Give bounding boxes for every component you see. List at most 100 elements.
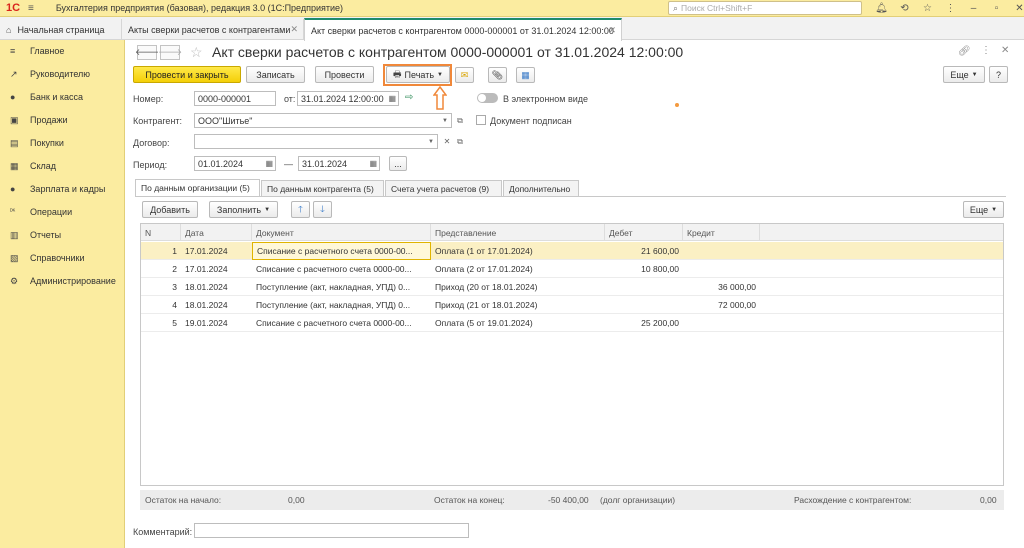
sidebar-item-manager[interactable]: ↗ Руководителю	[0, 64, 125, 84]
end-balance-label: Остаток на конец:	[434, 495, 505, 505]
dropdown-arrow-icon[interactable]: ▼	[442, 118, 448, 124]
structure-button[interactable]: ▦	[516, 67, 535, 83]
open-tabs-bar: ⌂ Начальная страница Акты сверки расчето…	[0, 17, 1024, 41]
link-icon[interactable]: 🔗︎	[958, 46, 971, 57]
move-down-button[interactable]: 🡓	[313, 201, 332, 218]
gear-icon: ⚙	[10, 275, 19, 286]
open-counterparty-icon[interactable]: ⧉	[453, 113, 467, 128]
sidebar-item-main[interactable]: ≡ Главное	[0, 41, 125, 61]
tab-additional[interactable]: Дополнительно	[503, 180, 579, 196]
column-header-date[interactable]: Дата	[181, 224, 252, 241]
number-field[interactable]: 0000-000001	[194, 91, 276, 106]
dropdown-arrow-icon[interactable]: ▼	[428, 139, 434, 145]
forward-button[interactable]: 🡒	[158, 45, 182, 60]
move-up-button[interactable]: 🡑	[291, 201, 310, 218]
calendar-icon[interactable]: ▦	[369, 159, 377, 168]
calendar-icon[interactable]: ▦	[388, 94, 396, 103]
post-and-close-button[interactable]: Провести и закрыть	[133, 66, 241, 83]
save-button[interactable]: Записать	[246, 66, 305, 83]
more-button[interactable]: Еще ▼	[943, 66, 985, 83]
cell-repr: Приход (20 от 18.01.2024)	[435, 282, 538, 292]
envelope-icon: ✉	[460, 69, 469, 80]
sidebar-item-label: Операции	[30, 207, 73, 217]
more-label: Еще	[950, 69, 969, 80]
table-row[interactable]: 5 19.01.2024 Списание с расчетного счета 0…	[141, 314, 1003, 332]
open-contract-icon[interactable]: ⧉	[453, 134, 467, 149]
tab-counterparty-data[interactable]: По данным контрагента (5)	[261, 180, 384, 196]
set-date-icon[interactable]: ⇨	[405, 92, 413, 103]
column-header-representation[interactable]: Представление	[431, 224, 605, 241]
bell-icon[interactable]: 🔔︎	[870, 3, 893, 14]
period-from-field[interactable]: 01.01.2024 ▦	[194, 156, 276, 171]
maximize-icon[interactable]: ▫	[985, 3, 1008, 14]
sidebar-item-admin[interactable]: ⚙ Администрирование	[0, 271, 125, 291]
table-more-button[interactable]: Еще ▼	[963, 201, 1004, 218]
more-options-icon[interactable]: ⋮	[981, 45, 991, 56]
period-to-field[interactable]: 31.01.2024 ▦	[298, 156, 380, 171]
close-icon[interactable]: ✕	[1008, 3, 1024, 14]
contract-field[interactable]: ▼	[194, 134, 438, 149]
tab-reconciliation-list[interactable]: Акты сверки расчетов с контрагентами ✕	[122, 19, 304, 40]
column-header-document[interactable]: Документ	[252, 224, 431, 241]
fill-button[interactable]: Заполнить ▼	[209, 201, 278, 218]
column-header-n[interactable]: N	[141, 224, 181, 241]
sidebar-item-purchases[interactable]: ▤ Покупки	[0, 133, 125, 153]
period-select-button[interactable]: ...	[389, 156, 407, 171]
sidebar-item-warehouse[interactable]: ▦ Склад	[0, 156, 125, 176]
tab-org-data[interactable]: По данным организации (5)	[135, 179, 260, 196]
add-row-button[interactable]: Добавить	[142, 201, 198, 218]
back-button[interactable]: 🡐	[135, 45, 159, 60]
paperclip-icon: 📎︎	[491, 69, 504, 80]
period-from-value: 01.01.2024	[198, 158, 244, 169]
clear-icon[interactable]: ✕	[440, 134, 454, 149]
start-balance-value: 0,00	[288, 495, 305, 505]
cell-debit: 10 800,00	[641, 264, 679, 274]
tab-accounts[interactable]: Счета учета расчетов (9)	[385, 180, 502, 196]
date-field[interactable]: 31.01.2024 12:00:00 ▦	[297, 91, 399, 106]
cell-date: 18.01.2024	[185, 282, 228, 292]
close-tab-icon[interactable]: ✕	[290, 24, 298, 35]
post-button[interactable]: Провести	[315, 66, 374, 83]
cell-credit	[683, 242, 760, 260]
menu-icon[interactable]: ≡	[28, 3, 34, 14]
tab-home[interactable]: ⌂ Начальная страница	[0, 19, 122, 40]
table-row[interactable]: 4 18.01.2024 Поступление (акт, накладная, …	[141, 296, 1003, 314]
calendar-icon[interactable]: ▦	[265, 159, 273, 168]
column-header-credit[interactable]: Кредит	[683, 224, 760, 241]
counterparty-field[interactable]: ООО"Шитье" ▼	[194, 113, 452, 128]
sidebar-item-sales[interactable]: ▣ Продажи	[0, 110, 125, 130]
sidebar-item-reports[interactable]: ▥ Отчеты	[0, 225, 125, 245]
sidebar-item-bank[interactable]: ● Банк и касса	[0, 87, 125, 107]
sidebar-item-salary[interactable]: ● Зарплата и кадры	[0, 179, 125, 199]
close-tab-icon[interactable]: ✕	[608, 25, 616, 36]
period-dash: —	[284, 159, 293, 169]
cell-date: 17.01.2024	[185, 246, 228, 256]
signed-checkbox[interactable]	[476, 115, 486, 125]
comment-field[interactable]	[194, 523, 469, 538]
attach-button[interactable]: 📎︎	[488, 67, 507, 83]
search-icon: ⌕	[673, 2, 679, 13]
book-icon: ▧	[10, 252, 19, 263]
tab-reconciliation-act[interactable]: Акт сверки расчетов с контрагентом 0000-…	[304, 18, 622, 41]
close-form-icon[interactable]: ✕	[1001, 45, 1009, 56]
minimize-icon[interactable]: –	[962, 3, 985, 14]
sidebar-item-operations[interactable]: ᴰᴷ Операции	[0, 202, 125, 222]
table-row[interactable]: 1 17.01.2024 Списание с расчетного счета 0…	[141, 242, 1003, 260]
help-button[interactable]: ?	[989, 66, 1008, 83]
more-label: Еще	[969, 204, 989, 215]
sidebar-item-catalogs[interactable]: ▧ Справочники	[0, 248, 125, 268]
email-button[interactable]: ✉	[455, 67, 474, 83]
table-row[interactable]: 3 18.01.2024 Поступление (акт, накладная, …	[141, 278, 1003, 296]
dropdown-arrow-icon: ▼	[264, 206, 271, 213]
cell-doc: Поступление (акт, накладная, УПД) 0...	[256, 300, 411, 310]
contract-label: Договор:	[133, 138, 170, 148]
more-icon[interactable]: ⋮	[939, 3, 962, 14]
column-header-debit[interactable]: Дебет	[605, 224, 683, 241]
global-search-input[interactable]: ⌕ Поиск Ctrl+Shift+F	[668, 1, 862, 15]
favorite-star-icon[interactable]: ☆	[190, 44, 203, 61]
favorites-icon[interactable]: ☆	[916, 3, 939, 14]
table-row[interactable]: 2 17.01.2024 Списание с расчетного счета 0…	[141, 260, 1003, 278]
history-icon[interactable]: ⟲	[893, 3, 916, 14]
sidebar-item-label: Руководителю	[30, 69, 91, 79]
electronic-toggle[interactable]	[477, 93, 498, 103]
